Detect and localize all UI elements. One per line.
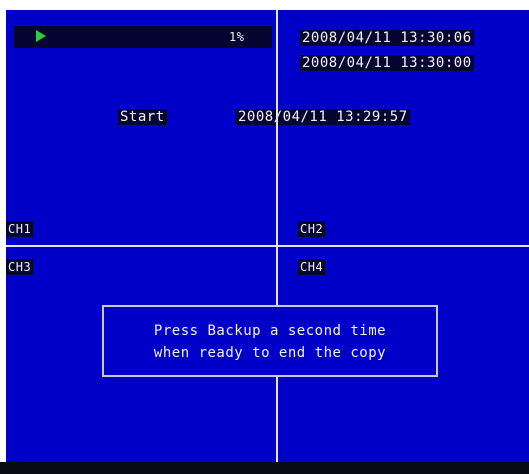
start-time: 2008/04/11 13:29:57 (236, 109, 410, 125)
quad-divider-vertical (276, 10, 278, 462)
dvr-monitor (6, 10, 529, 462)
screen: 1% 2008/04/11 13:30:06 2008/04/11 13:30:… (0, 0, 529, 474)
start-label: Start (118, 109, 167, 125)
play-icon (36, 30, 46, 42)
channel-label-ch4: CH4 (298, 259, 326, 275)
progress-text: 1% (229, 30, 245, 44)
dialog-message-line-2: when ready to end the copy (153, 345, 387, 361)
channel-label-ch2: CH2 (298, 221, 326, 237)
dialog-message-line-1: Press Backup a second time (153, 323, 387, 339)
channel-label-ch3: CH3 (6, 259, 34, 275)
backup-dialog: Press Backup a second time when ready to… (102, 305, 438, 377)
end-time: 2008/04/11 13:30:00 (300, 55, 474, 71)
bottom-strip (0, 462, 529, 474)
channel-label-ch1: CH1 (6, 221, 34, 237)
quad-divider-horizontal (6, 245, 529, 247)
current-time: 2008/04/11 13:30:06 (300, 30, 474, 46)
